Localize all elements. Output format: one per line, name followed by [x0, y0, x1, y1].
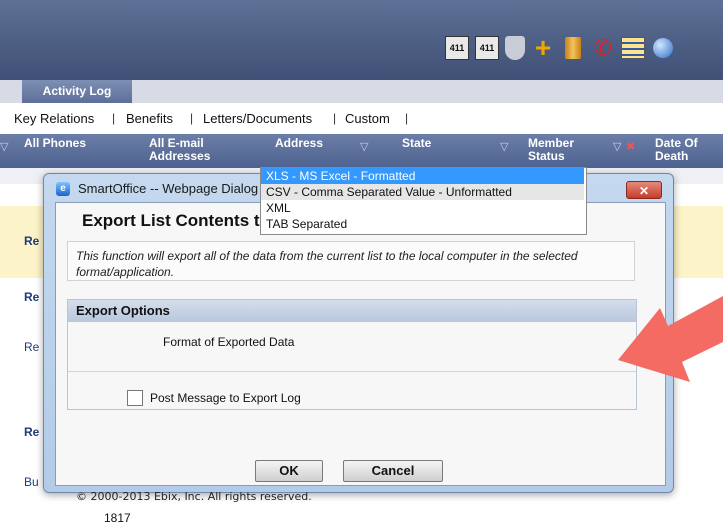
arrow-shape [618, 296, 723, 382]
pointer-arrow-annotation [618, 296, 723, 382]
